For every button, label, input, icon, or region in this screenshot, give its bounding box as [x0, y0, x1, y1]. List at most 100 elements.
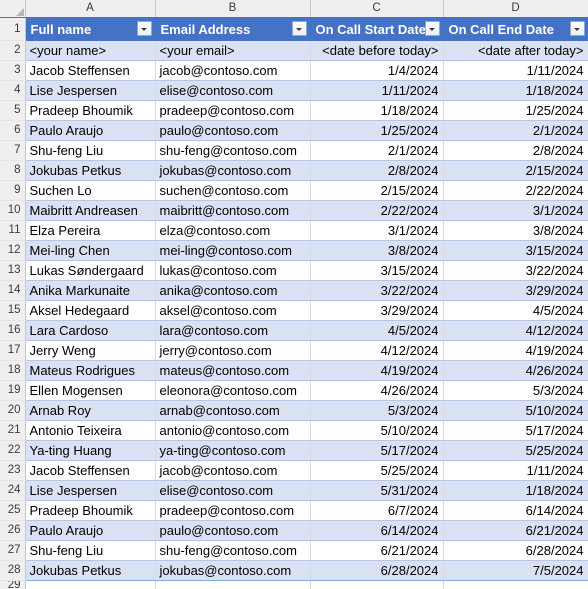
table-row[interactable]: 19 Ellen Mogensen eleonora@contoso.com 4/26… — [0, 380, 588, 402]
cell-email-address[interactable]: lara@contoso.com — [155, 320, 311, 342]
cell-full-name[interactable]: Ellen Mogensen — [25, 380, 156, 402]
cell-full-name[interactable]: Shu-feng Liu — [25, 540, 156, 562]
cell-on-call-end-date[interactable]: 3/1/2024 — [443, 200, 588, 222]
table-row[interactable]: 25 Pradeep Bhoumik pradeep@contoso.com 6/7/… — [0, 500, 588, 522]
row-header-26[interactable]: 26 — [0, 520, 26, 542]
cell-full-name[interactable]: Jerry Weng — [25, 340, 156, 362]
table-row[interactable]: 3 Jacob Steffensen jacob@contoso.com 1/4/20… — [0, 60, 588, 82]
cell-full-name[interactable]: Jokubas Petkus — [25, 160, 156, 182]
row-header-25[interactable]: 25 — [0, 500, 26, 522]
cell-on-call-start-date[interactable]: 4/26/2024 — [310, 380, 444, 402]
cell-on-call-start-date[interactable]: 6/28/2024 — [310, 560, 444, 582]
cell-full-name[interactable]: Suchen Lo — [25, 180, 156, 202]
cell-on-call-start-date[interactable]: 3/22/2024 — [310, 280, 444, 302]
cell-email-address[interactable]: shu-feng@contoso.com — [155, 540, 311, 562]
cell-on-call-end-date[interactable]: 6/14/2024 — [443, 500, 588, 522]
cell-email-address[interactable]: aksel@contoso.com — [155, 300, 311, 322]
cell-on-call-end-date[interactable]: 3/22/2024 — [443, 260, 588, 282]
row-header-5[interactable]: 5 — [0, 100, 26, 122]
table-row[interactable]: 22 Ya-ting Huang ya-ting@contoso.com 5/17/2… — [0, 440, 588, 462]
cell-on-call-end-date[interactable]: 2/22/2024 — [443, 180, 588, 202]
cell-on-call-end-date[interactable]: 1/18/2024 — [443, 480, 588, 502]
cell-full-name[interactable]: Elza Pereira — [25, 220, 156, 242]
cell-email-address[interactable]: maibritt@contoso.com — [155, 200, 311, 222]
column-header-b[interactable]: B — [155, 0, 311, 18]
cell-on-call-start-date[interactable]: 3/15/2024 — [310, 260, 444, 282]
cell-on-call-start-date[interactable]: 5/25/2024 — [310, 460, 444, 482]
cell-email-address[interactable]: elza@contoso.com — [155, 220, 311, 242]
row-header-19[interactable]: 19 — [0, 380, 26, 402]
cell-full-name[interactable]: Lise Jespersen — [25, 80, 156, 102]
row-header-9[interactable]: 9 — [0, 180, 26, 202]
row-header-3[interactable]: 3 — [0, 60, 26, 82]
cell-on-call-end-date[interactable]: 5/25/2024 — [443, 440, 588, 462]
table-row[interactable]: 9 Suchen Lo suchen@contoso.com 2/15/2024 2/2… — [0, 180, 588, 202]
table-row[interactable]: 23 Jacob Steffensen jacob@contoso.com 5/25/… — [0, 460, 588, 482]
row-header-17[interactable]: 17 — [0, 340, 26, 362]
row-header-13[interactable]: 13 — [0, 260, 26, 282]
cell-email-address[interactable]: arnab@contoso.com — [155, 400, 311, 422]
table-row[interactable]: 20 Arnab Roy arnab@contoso.com 5/3/2024 5/10… — [0, 400, 588, 422]
cell-email-address[interactable]: suchen@contoso.com — [155, 180, 311, 202]
cell-on-call-start-date[interactable]: 1/11/2024 — [310, 80, 444, 102]
cell-email-address[interactable]: ya-ting@contoso.com — [155, 440, 311, 462]
cell-email-address[interactable]: antonio@contoso.com — [155, 420, 311, 442]
cell-email-address[interactable]: paulo@contoso.com — [155, 520, 311, 542]
cell-on-call-end-date[interactable]: 2/15/2024 — [443, 160, 588, 182]
cell-email-address[interactable]: mei-ling@contoso.com — [155, 240, 311, 262]
cell-on-call-end-date[interactable]: 1/25/2024 — [443, 100, 588, 122]
cell-on-call-start-date[interactable]: 6/14/2024 — [310, 520, 444, 542]
cell-on-call-end-date[interactable]: 2/8/2024 — [443, 140, 588, 162]
cell-on-call-end-date[interactable]: 4/19/2024 — [443, 340, 588, 362]
cell-email-address[interactable]: paulo@contoso.com — [155, 120, 311, 142]
column-header-c[interactable]: C — [310, 0, 444, 18]
cell-on-call-end-date[interactable]: 1/11/2024 — [443, 60, 588, 82]
cell-on-call-end-date[interactable]: <date after today> — [443, 40, 588, 62]
cell-email-address[interactable]: pradeep@contoso.com — [155, 100, 311, 122]
table-row[interactable]: 26 Paulo Araujo paulo@contoso.com 6/14/2024… — [0, 520, 588, 542]
cell-full-name[interactable]: Maibritt Andreasen — [25, 200, 156, 222]
cell-full-name[interactable]: Lise Jespersen — [25, 480, 156, 502]
row-header-6[interactable]: 6 — [0, 120, 26, 142]
cell-on-call-start-date[interactable]: <date before today> — [310, 40, 444, 62]
row-header-8[interactable]: 8 — [0, 160, 26, 182]
table-row[interactable]: 5 Pradeep Bhoumik pradeep@contoso.com 1/18/… — [0, 100, 588, 122]
cell-on-call-end-date[interactable]: 2/1/2024 — [443, 120, 588, 142]
row-header-12[interactable]: 12 — [0, 240, 26, 262]
cell-email-address[interactable]: anika@contoso.com — [155, 280, 311, 302]
row-header-1[interactable]: 1 — [0, 17, 26, 42]
cell-on-call-start-date[interactable]: 3/29/2024 — [310, 300, 444, 322]
table-row[interactable]: 6 Paulo Araujo paulo@contoso.com 1/25/2024 2… — [0, 120, 588, 142]
cell-on-call-end-date[interactable]: 4/26/2024 — [443, 360, 588, 382]
table-row[interactable]: 16 Lara Cardoso lara@contoso.com 4/5/2024 4/… — [0, 320, 588, 342]
cell-on-call-end-date[interactable]: 1/11/2024 — [443, 460, 588, 482]
table-row[interactable]: 14 Anika Markunaite anika@contoso.com 3/22/… — [0, 280, 588, 302]
table-row[interactable]: 12 Mei-ling Chen mei-ling@contoso.com 3/8/2… — [0, 240, 588, 262]
cell-full-name[interactable]: Jacob Steffensen — [25, 460, 156, 482]
cell-email-address[interactable]: eleonora@contoso.com — [155, 380, 311, 402]
cell-on-call-start-date[interactable]: 1/4/2024 — [310, 60, 444, 82]
table-row[interactable]: 18 Mateus Rodrigues mateus@contoso.com 4/19… — [0, 360, 588, 382]
table-row[interactable]: 7 Shu-feng Liu shu-feng@contoso.com 2/1/202… — [0, 140, 588, 162]
cell-on-call-end-date[interactable]: 6/21/2024 — [443, 520, 588, 542]
cell-full-name[interactable]: Jacob Steffensen — [25, 60, 156, 82]
cell-on-call-start-date[interactable]: 5/10/2024 — [310, 420, 444, 442]
cell-on-call-start-date[interactable]: 1/25/2024 — [310, 120, 444, 142]
row-header-4[interactable]: 4 — [0, 80, 26, 102]
cell-full-name[interactable]: Paulo Araujo — [25, 120, 156, 142]
cell-on-call-start-date[interactable]: 4/19/2024 — [310, 360, 444, 382]
table-row[interactable]: 17 Jerry Weng jerry@contoso.com 4/12/2024 4/… — [0, 340, 588, 362]
cell-on-call-end-date[interactable]: 4/12/2024 — [443, 320, 588, 342]
row-header-22[interactable]: 22 — [0, 440, 26, 462]
table-row[interactable]: 28 Jokubas Petkus jokubas@contoso.com 6/28/… — [0, 560, 588, 582]
cell-on-call-end-date[interactable]: 1/18/2024 — [443, 80, 588, 102]
table-row[interactable]: 13 Lukas Søndergaard lukas@contoso.com 3/15… — [0, 260, 588, 282]
table-row[interactable]: 8 Jokubas Petkus jokubas@contoso.com 2/8/20… — [0, 160, 588, 182]
table-row[interactable]: 21 Antonio Teixeira antonio@contoso.com 5/1… — [0, 420, 588, 442]
cell-full-name[interactable]: Pradeep Bhoumik — [25, 500, 156, 522]
select-all-corner[interactable] — [0, 0, 26, 18]
row-header-21[interactable]: 21 — [0, 420, 26, 442]
cell-full-name[interactable]: Paulo Araujo — [25, 520, 156, 542]
table-row[interactable]: 4 Lise Jespersen elise@contoso.com 1/11/202… — [0, 80, 588, 102]
table-header-on-call-end-date[interactable]: On Call End Date — [443, 17, 588, 42]
